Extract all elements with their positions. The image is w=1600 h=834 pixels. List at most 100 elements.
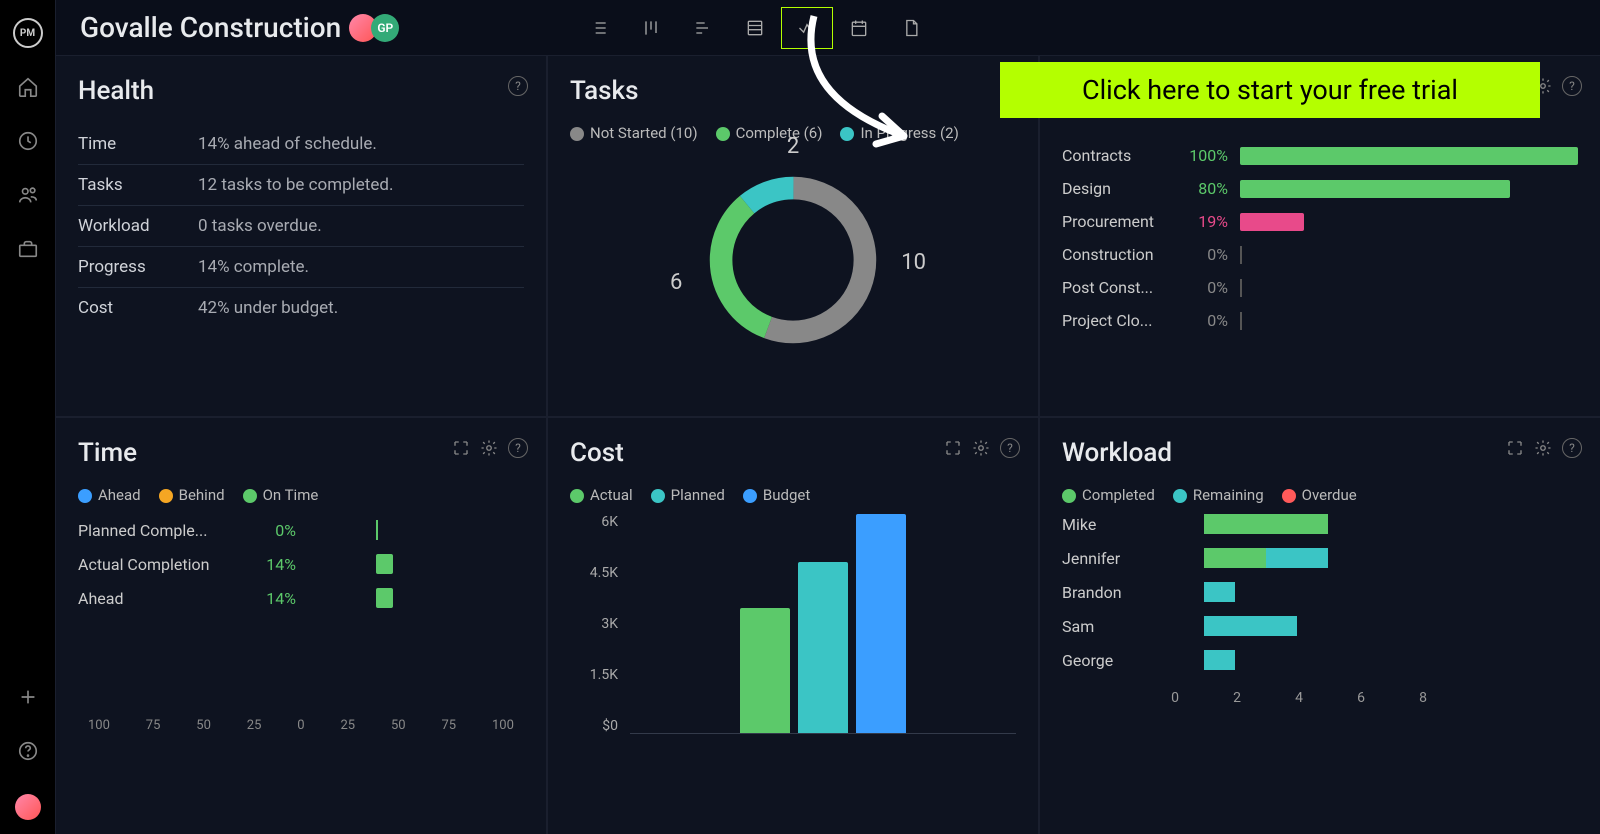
view-list-icon[interactable] [573,7,625,49]
row-label: Brandon [1062,583,1132,602]
help-icon[interactable]: ? [1562,438,1582,458]
nav-home-icon[interactable] [17,76,39,102]
bar-budget [856,514,906,733]
view-calendar-icon[interactable] [833,7,885,49]
row-label: Sam [1062,617,1132,636]
row-value: 14% [258,555,296,574]
legend-item: Behind [159,486,225,504]
time-row: Actual Completion 14% [78,554,524,574]
nav-team-icon[interactable] [17,184,39,210]
legend: AheadBehindOn Time [78,486,524,504]
health-row: Workload 0 tasks overdue. [78,206,524,247]
workload-row: Jennifer [1062,548,1578,568]
legend-item: Planned [651,486,725,504]
help-icon[interactable]: ? [1562,76,1582,96]
row-label: Procurement [1062,212,1172,231]
health-label: Cost [78,298,198,318]
health-value: 42% under budget. [198,298,338,318]
nav-add-icon[interactable] [17,686,39,712]
workload-row: George [1062,650,1578,670]
gear-icon[interactable] [480,439,498,457]
view-gantt-icon[interactable] [677,7,729,49]
gear-icon[interactable] [972,439,990,457]
panel-title: Workload [1062,438,1578,468]
workload-bar [1204,650,1235,670]
expand-icon[interactable] [944,439,962,457]
help-icon[interactable]: ? [1000,438,1020,458]
legend-item: Actual [570,486,633,504]
row-value: 80% [1184,179,1228,198]
row-value: 100% [1184,146,1228,165]
progress-row: Post Const... 0% [1062,278,1578,297]
cost-bar-chart: 6K4.5K3K1.5K$0 [570,514,1016,754]
health-row: Progress 14% complete. [78,247,524,288]
row-value: 0% [1184,278,1228,297]
row-value: 0% [1184,311,1228,330]
row-value: 0% [1184,245,1228,264]
project-title: Govalle Construction [80,11,341,44]
health-row: Cost 42% under budget. [78,288,524,328]
legend-item: Ahead [78,486,141,504]
bar-actual [740,608,790,733]
workload-row: Mike [1062,514,1578,534]
row-value: 14% [258,589,296,608]
row-label: Planned Comple... [78,521,248,540]
legend-item: Remaining [1173,486,1264,504]
app-logo[interactable]: PM [13,18,43,48]
legend-item: Overdue [1282,486,1357,504]
nav-briefcase-icon[interactable] [17,238,39,264]
time-row: Planned Comple... 0% [78,520,524,540]
expand-icon[interactable] [452,439,470,457]
health-row: Time 14% ahead of schedule. [78,124,524,165]
legend-item: Complete (6) [716,124,823,142]
view-tabs [573,7,937,49]
progress-bar [1240,180,1578,198]
health-value: 0 tasks overdue. [198,216,322,236]
row-label: Mike [1062,515,1132,534]
view-board-icon[interactable] [625,7,677,49]
help-icon[interactable]: ? [508,438,528,458]
row-value: 19% [1184,212,1228,231]
view-sheet-icon[interactable] [729,7,781,49]
bar-planned [798,562,848,733]
free-trial-cta[interactable]: Click here to start your free trial [1000,62,1540,118]
gear-icon[interactable] [1534,439,1552,457]
legend-item: In Progress (2) [840,124,958,142]
left-nav-rail: PM [0,0,56,834]
progress-row: Contracts 100% [1062,146,1578,165]
help-icon[interactable]: ? [508,76,528,96]
progress-row: Design 80% [1062,179,1578,198]
member-avatars[interactable]: GP [355,14,399,42]
nav-clock-icon[interactable] [17,130,39,156]
progress-row: Procurement 19% [1062,212,1578,231]
donut-label-inprogress: 2 [787,134,799,159]
row-label: Construction [1062,245,1172,264]
row-label: Contracts [1062,146,1172,165]
progress-bar [1240,312,1578,330]
workload-bar [1204,514,1328,534]
row-label: Design [1062,179,1172,198]
topbar: Govalle Construction GP [56,0,1600,56]
panel-cost: ? Cost ActualPlannedBudget 6K4.5K3K1.5K$… [548,418,1038,834]
chart-axis: 1007550250255075100 [78,718,524,733]
legend: Completed Remaining Overdue [1062,486,1578,504]
legend-item: Not Started (10) [570,124,698,142]
row-label: Ahead [78,589,248,608]
legend: ActualPlannedBudget [570,486,1016,504]
user-avatar[interactable] [15,794,41,820]
donut-label-notstarted: 10 [901,250,926,275]
workload-bar [1204,548,1328,568]
health-label: Tasks [78,175,198,195]
progress-row: Project Clo... 0% [1062,311,1578,330]
health-value: 12 tasks to be completed. [198,175,393,195]
view-dashboard-icon[interactable] [781,7,833,49]
view-file-icon[interactable] [885,7,937,49]
progress-bar [1240,213,1578,231]
legend-item: Completed [1062,486,1155,504]
expand-icon[interactable] [1506,439,1524,457]
health-label: Workload [78,216,198,236]
health-row: Tasks 12 tasks to be completed. [78,165,524,206]
workload-row: Sam [1062,616,1578,636]
workload-bar [1204,582,1235,602]
nav-help-icon[interactable] [17,740,39,766]
